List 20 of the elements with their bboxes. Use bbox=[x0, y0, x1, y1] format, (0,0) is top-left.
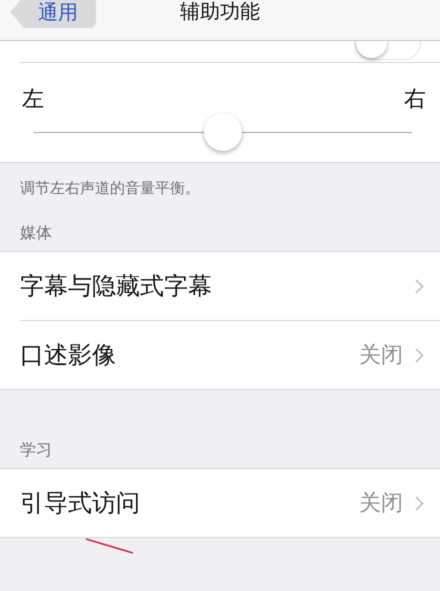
row-label: 字幕与隐藏式字幕 bbox=[20, 271, 212, 302]
right-label: 右 bbox=[404, 87, 426, 113]
balance-slider[interactable] bbox=[34, 113, 412, 153]
row-label: 引导式访问 bbox=[20, 488, 140, 519]
footer-note: 调节左右声道的音量平衡。 bbox=[20, 179, 201, 198]
row-label: 口述影像 bbox=[20, 340, 116, 371]
chevron-icon bbox=[415, 278, 424, 294]
settings-row[interactable]: 字幕与隐藏式字幕 bbox=[0, 252, 440, 320]
chevron-icon bbox=[415, 348, 424, 362]
screen-title: 辅助功能 bbox=[180, 0, 260, 25]
section-header: 媒体 bbox=[20, 223, 53, 243]
section-header: 学习 bbox=[20, 440, 53, 460]
row-value: 关闭 bbox=[359, 342, 403, 370]
row-value: 关闭 bbox=[359, 490, 403, 518]
settings-row[interactable]: 口述影像 关闭 bbox=[20, 320, 440, 389]
chevron-icon bbox=[415, 496, 424, 510]
left-label: 左 bbox=[22, 87, 44, 113]
back-button[interactable]: 通用 bbox=[10, 0, 96, 28]
settings-row[interactable]: 引导式访问 关闭 bbox=[0, 469, 440, 537]
slider-thumb[interactable] bbox=[204, 113, 242, 151]
